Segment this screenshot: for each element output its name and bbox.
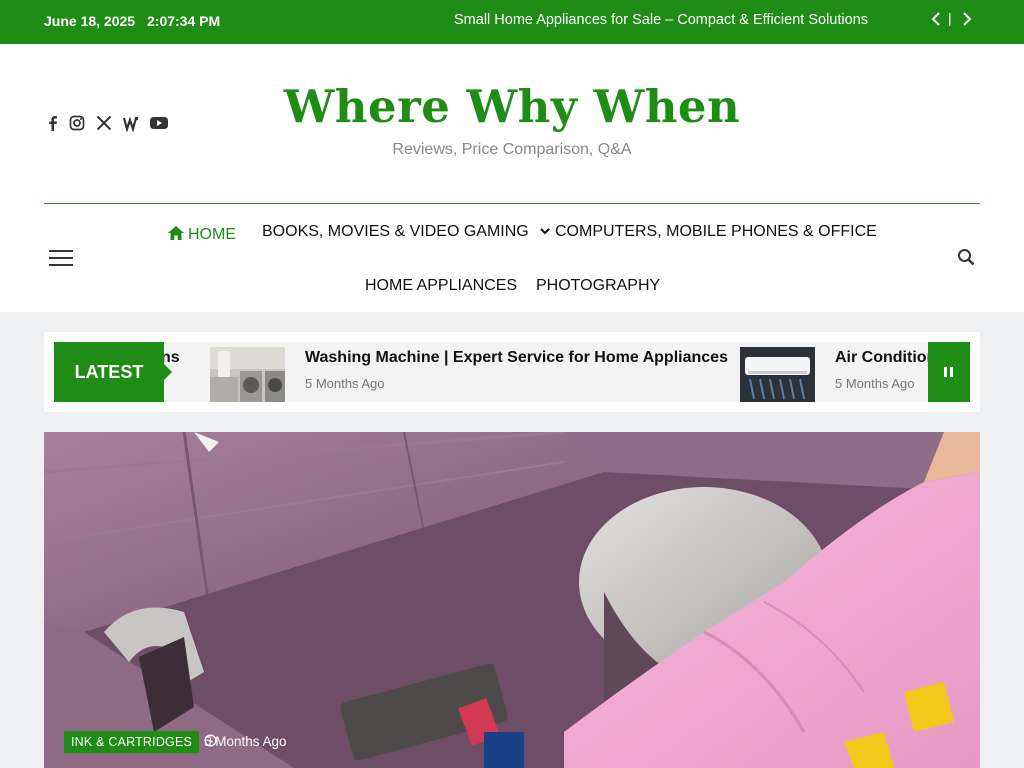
menu-item-photography[interactable]: PHOTOGRAPHY bbox=[536, 277, 660, 295]
menu-item-label: BOOKS, MOVIES & VIDEO GAMING bbox=[262, 223, 529, 240]
latest-ticker: LATEST ns Washing Machine | Expert Servi… bbox=[44, 332, 980, 412]
ticker-pause-button[interactable] bbox=[928, 342, 970, 402]
site-tagline: Reviews, Price Comparison, Q&A bbox=[392, 141, 632, 158]
featured-post-meta: 5 Months Ago bbox=[204, 734, 287, 749]
menu-item-label: HOME APPLIANCES bbox=[365, 277, 518, 294]
hamburger-menu-icon[interactable] bbox=[49, 250, 73, 266]
menu-item-label: COMPUTERS, MOBILE PHONES & OFFICE bbox=[555, 223, 877, 240]
header-divider bbox=[44, 203, 980, 204]
home-icon bbox=[168, 226, 184, 240]
menu-item-home-appliances[interactable]: HOME APPLIANCES bbox=[365, 277, 517, 295]
ticker-item-title[interactable]: Washing Machine | Expert Service for Hom… bbox=[305, 349, 728, 367]
menu-item-home[interactable]: HOME bbox=[167, 223, 236, 244]
current-date: June 18, 2025 bbox=[44, 13, 136, 29]
category-badge[interactable]: INK & CARTRIDGES bbox=[64, 731, 200, 753]
latest-label: LATEST bbox=[54, 342, 172, 402]
featured-post[interactable]: INK & CARTRIDGES 5 Months Ago bbox=[44, 432, 980, 768]
menu-item-books-movies-gaming[interactable]: BOOKS, MOVIES & VIDEO GAMING bbox=[262, 223, 551, 241]
ticker-thumbnail-washing-machine[interactable] bbox=[210, 347, 285, 402]
menu-item-computers[interactable]: COMPUTERS, MOBILE PHONES & OFFICE bbox=[555, 223, 877, 241]
headline-nav: | bbox=[928, 10, 976, 32]
top-bar: June 18, 2025 2:07:34 PM Small Home Appl… bbox=[0, 0, 1024, 44]
site-title[interactable]: Where Why When bbox=[0, 80, 1024, 133]
site-header: Where Why When Reviews, Price Comparison… bbox=[0, 44, 1024, 312]
chevron-right-icon[interactable] bbox=[961, 10, 973, 33]
ticker-track: LATEST ns Washing Machine | Expert Servi… bbox=[54, 342, 970, 402]
search-icon[interactable] bbox=[957, 248, 975, 266]
menu-item-label: HOME bbox=[188, 226, 236, 243]
menu-item-label: PHOTOGRAPHY bbox=[536, 277, 661, 294]
chevron-down-icon bbox=[540, 228, 550, 235]
featured-image[interactable] bbox=[44, 432, 980, 768]
clock-icon bbox=[204, 734, 217, 747]
ticker-thumbnail-air-conditioner[interactable] bbox=[740, 347, 815, 402]
nav-separator: | bbox=[948, 10, 952, 26]
ticker-item[interactable]: Washing Machine | Expert Service for Hom… bbox=[210, 342, 730, 402]
ticker-item-title[interactable]: Air Conditior bbox=[835, 349, 933, 367]
top-headline-link[interactable]: Small Home Appliances for Sale – Compact… bbox=[454, 12, 868, 28]
ticker-item-time: 5 Months Ago bbox=[835, 376, 915, 391]
ticker-item-time: 5 Months Ago bbox=[305, 376, 385, 391]
chevron-left-icon[interactable] bbox=[930, 10, 942, 33]
current-time: 2:07:34 PM bbox=[147, 13, 221, 29]
